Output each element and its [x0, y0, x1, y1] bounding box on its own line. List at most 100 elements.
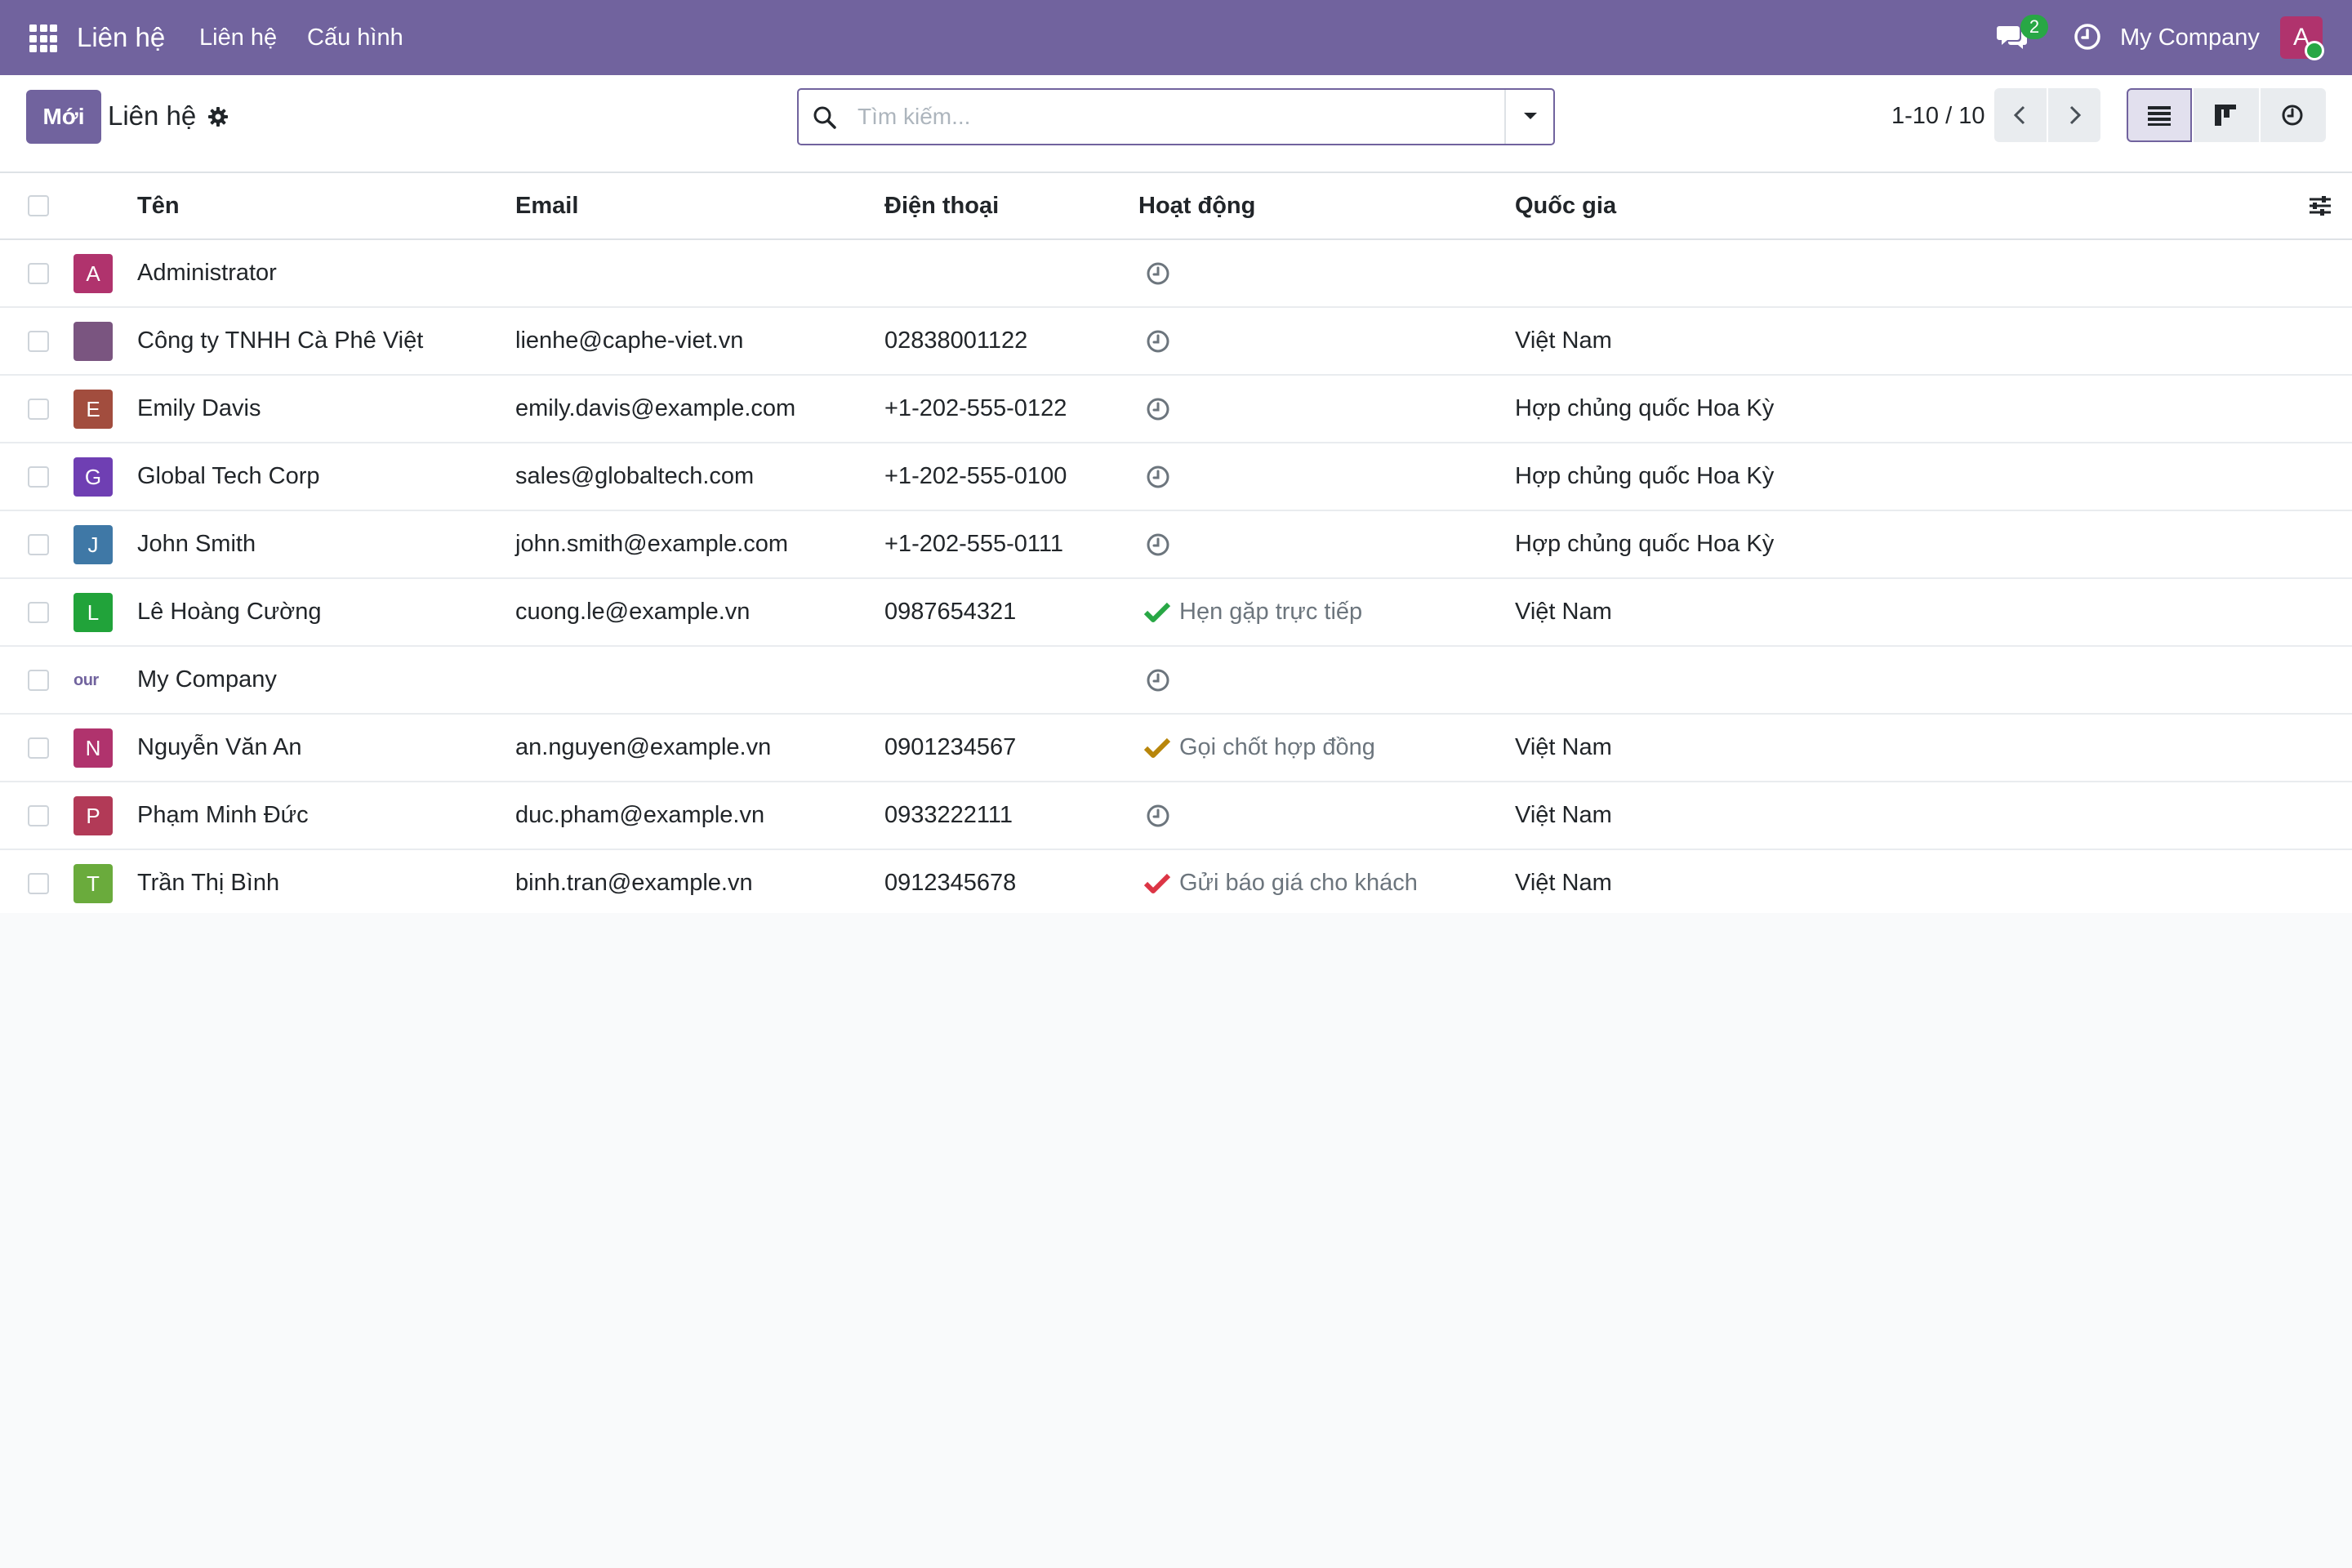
contact-name[interactable]: Lê Hoàng Cường — [137, 579, 321, 645]
contact-phone[interactable]: +1-202-555-0122 — [884, 376, 1067, 442]
contact-name[interactable]: Administrator — [137, 240, 277, 306]
table-row[interactable]: E Emily Davis emily.davis@example.com +1… — [0, 376, 2352, 443]
contact-country[interactable]: Hợp chủng quốc Hoa Kỳ — [1515, 511, 1774, 577]
contact-email[interactable]: emily.davis@example.com — [515, 376, 795, 442]
contact-country[interactable]: Hợp chủng quốc Hoa Kỳ — [1515, 376, 1774, 442]
contact-name[interactable]: Nguyễn Văn An — [137, 715, 302, 781]
column-header-name[interactable]: Tên — [137, 173, 180, 238]
search-options-toggle[interactable] — [1504, 90, 1553, 144]
search-input[interactable] — [856, 100, 1477, 134]
contact-phone[interactable]: +1-202-555-0100 — [884, 443, 1067, 510]
pager-value[interactable]: 1-10 / 10 — [1891, 101, 1984, 131]
table-row[interactable]: T Trần Thị Bình binh.tran@example.vn 091… — [0, 850, 2352, 918]
activity-clock-icon[interactable] — [1145, 396, 1171, 422]
row-checkbox[interactable] — [28, 398, 49, 420]
list-view-button[interactable] — [2127, 88, 2192, 142]
contact-phone[interactable]: 0912345678 — [884, 850, 1016, 916]
contact-country[interactable]: Hợp chủng quốc Hoa Kỳ — [1515, 443, 1774, 510]
new-button[interactable]: Mới — [26, 90, 101, 144]
avatar: J — [74, 524, 113, 564]
row-checkbox[interactable] — [28, 533, 49, 555]
contact-email[interactable]: john.smith@example.com — [515, 511, 788, 577]
contact-email[interactable]: duc.pham@example.vn — [515, 782, 764, 849]
gear-icon[interactable] — [207, 106, 229, 127]
table-header: Tên Email Điện thoại Hoạt động Quốc gia — [0, 173, 2352, 240]
menu-configuration[interactable]: Cấu hình — [307, 23, 403, 52]
table-row[interactable]: Công ty TNHH Cà Phê Việt lienhe@caphe-vi… — [0, 308, 2352, 376]
contact-phone[interactable]: 0933222111 — [884, 782, 1013, 849]
avatar: our — [74, 660, 113, 700]
page-title: Liên hệ — [108, 100, 197, 131]
activity-summary[interactable]: Hẹn gặp trực tiếp — [1179, 599, 1362, 626]
contact-country[interactable]: Việt Nam — [1515, 782, 1612, 849]
table-row[interactable]: G Global Tech Corp sales@globaltech.com … — [0, 443, 2352, 511]
optional-columns-icon[interactable] — [2308, 194, 2332, 217]
menu-contacts[interactable]: Liên hệ — [199, 23, 277, 52]
column-header-country[interactable]: Quốc gia — [1515, 173, 1616, 238]
caret-down-icon — [1524, 113, 1537, 119]
activity-clock-icon[interactable] — [1145, 667, 1171, 693]
apps-menu-icon[interactable] — [29, 24, 57, 52]
table-row[interactable]: P Phạm Minh Đức duc.pham@example.vn 0933… — [0, 782, 2352, 850]
column-header-activity[interactable]: Hoạt động — [1138, 173, 1255, 238]
row-checkbox[interactable] — [28, 669, 49, 691]
activity-summary[interactable]: Gửi báo giá cho khách — [1179, 870, 1418, 897]
chevron-left-icon — [2013, 105, 2025, 125]
company-switcher[interactable]: My Company — [2120, 23, 2260, 52]
contact-email[interactable]: lienhe@caphe-viet.vn — [515, 308, 743, 374]
row-checkbox[interactable] — [28, 872, 49, 894]
table-row[interactable]: N Nguyễn Văn An an.nguyen@example.vn 090… — [0, 715, 2352, 782]
activity-clock-icon[interactable] — [1145, 803, 1171, 829]
activity-summary[interactable]: Gọi chốt hợp đồng — [1179, 734, 1375, 761]
contact-country[interactable]: Việt Nam — [1515, 850, 1612, 916]
row-checkbox[interactable] — [28, 466, 49, 488]
contact-name[interactable]: Công ty TNHH Cà Phê Việt — [137, 308, 423, 374]
contact-email[interactable]: cuong.le@example.vn — [515, 579, 750, 645]
row-checkbox[interactable] — [28, 262, 49, 284]
contact-country[interactable]: Việt Nam — [1515, 579, 1612, 645]
activity-clock-icon[interactable] — [1145, 328, 1171, 354]
contact-phone[interactable]: 02838001122 — [884, 308, 1027, 374]
pager-previous-button[interactable] — [1994, 88, 2047, 142]
contact-phone[interactable]: +1-202-555-0111 — [884, 511, 1063, 577]
row-checkbox[interactable] — [28, 737, 49, 759]
contact-email[interactable]: an.nguyen@example.vn — [515, 715, 771, 781]
contact-name[interactable]: John Smith — [137, 511, 256, 577]
activity-clock-icon[interactable] — [1145, 464, 1171, 490]
column-header-email[interactable]: Email — [515, 173, 578, 238]
kanban-view-button[interactable] — [2194, 88, 2259, 142]
empty-area — [0, 913, 2352, 1568]
contact-country[interactable]: Việt Nam — [1515, 715, 1612, 781]
select-all-checkbox[interactable] — [28, 195, 49, 216]
pager-next-button[interactable] — [2048, 88, 2100, 142]
column-header-phone[interactable]: Điện thoại — [884, 173, 999, 238]
activity-view-button[interactable] — [2261, 88, 2326, 142]
activity-clock-icon[interactable] — [1145, 532, 1171, 558]
contact-name[interactable]: Phạm Minh Đức — [137, 782, 309, 849]
contact-phone[interactable]: 0901234567 — [884, 715, 1016, 781]
app-brand[interactable]: Liên hệ — [77, 20, 165, 56]
contact-email[interactable]: sales@globaltech.com — [515, 443, 754, 510]
contact-country[interactable]: Việt Nam — [1515, 308, 1612, 374]
avatar: N — [74, 728, 113, 768]
contact-phone[interactable]: 0987654321 — [884, 579, 1016, 645]
activity-clock-icon[interactable] — [1145, 261, 1171, 287]
table-row[interactable]: A Administrator — [0, 240, 2352, 308]
activity-clock-icon[interactable] — [2073, 22, 2102, 51]
contact-email[interactable]: binh.tran@example.vn — [515, 850, 753, 916]
clock-icon — [2282, 105, 2303, 126]
activity-check-icon[interactable] — [1143, 871, 1171, 896]
row-checkbox[interactable] — [28, 601, 49, 623]
online-status-dot — [2305, 41, 2324, 60]
activity-check-icon[interactable] — [1143, 600, 1171, 625]
activity-check-icon[interactable] — [1143, 736, 1171, 760]
table-row[interactable]: L Lê Hoàng Cường cuong.le@example.vn 098… — [0, 579, 2352, 647]
table-row[interactable]: J John Smith john.smith@example.com +1-2… — [0, 511, 2352, 579]
contact-name[interactable]: Global Tech Corp — [137, 443, 320, 510]
row-checkbox[interactable] — [28, 330, 49, 352]
contact-name[interactable]: Trần Thị Bình — [137, 850, 279, 916]
contact-name[interactable]: Emily Davis — [137, 376, 261, 442]
row-checkbox[interactable] — [28, 804, 49, 826]
table-row[interactable]: our My Company — [0, 647, 2352, 715]
contact-name[interactable]: My Company — [137, 647, 277, 713]
